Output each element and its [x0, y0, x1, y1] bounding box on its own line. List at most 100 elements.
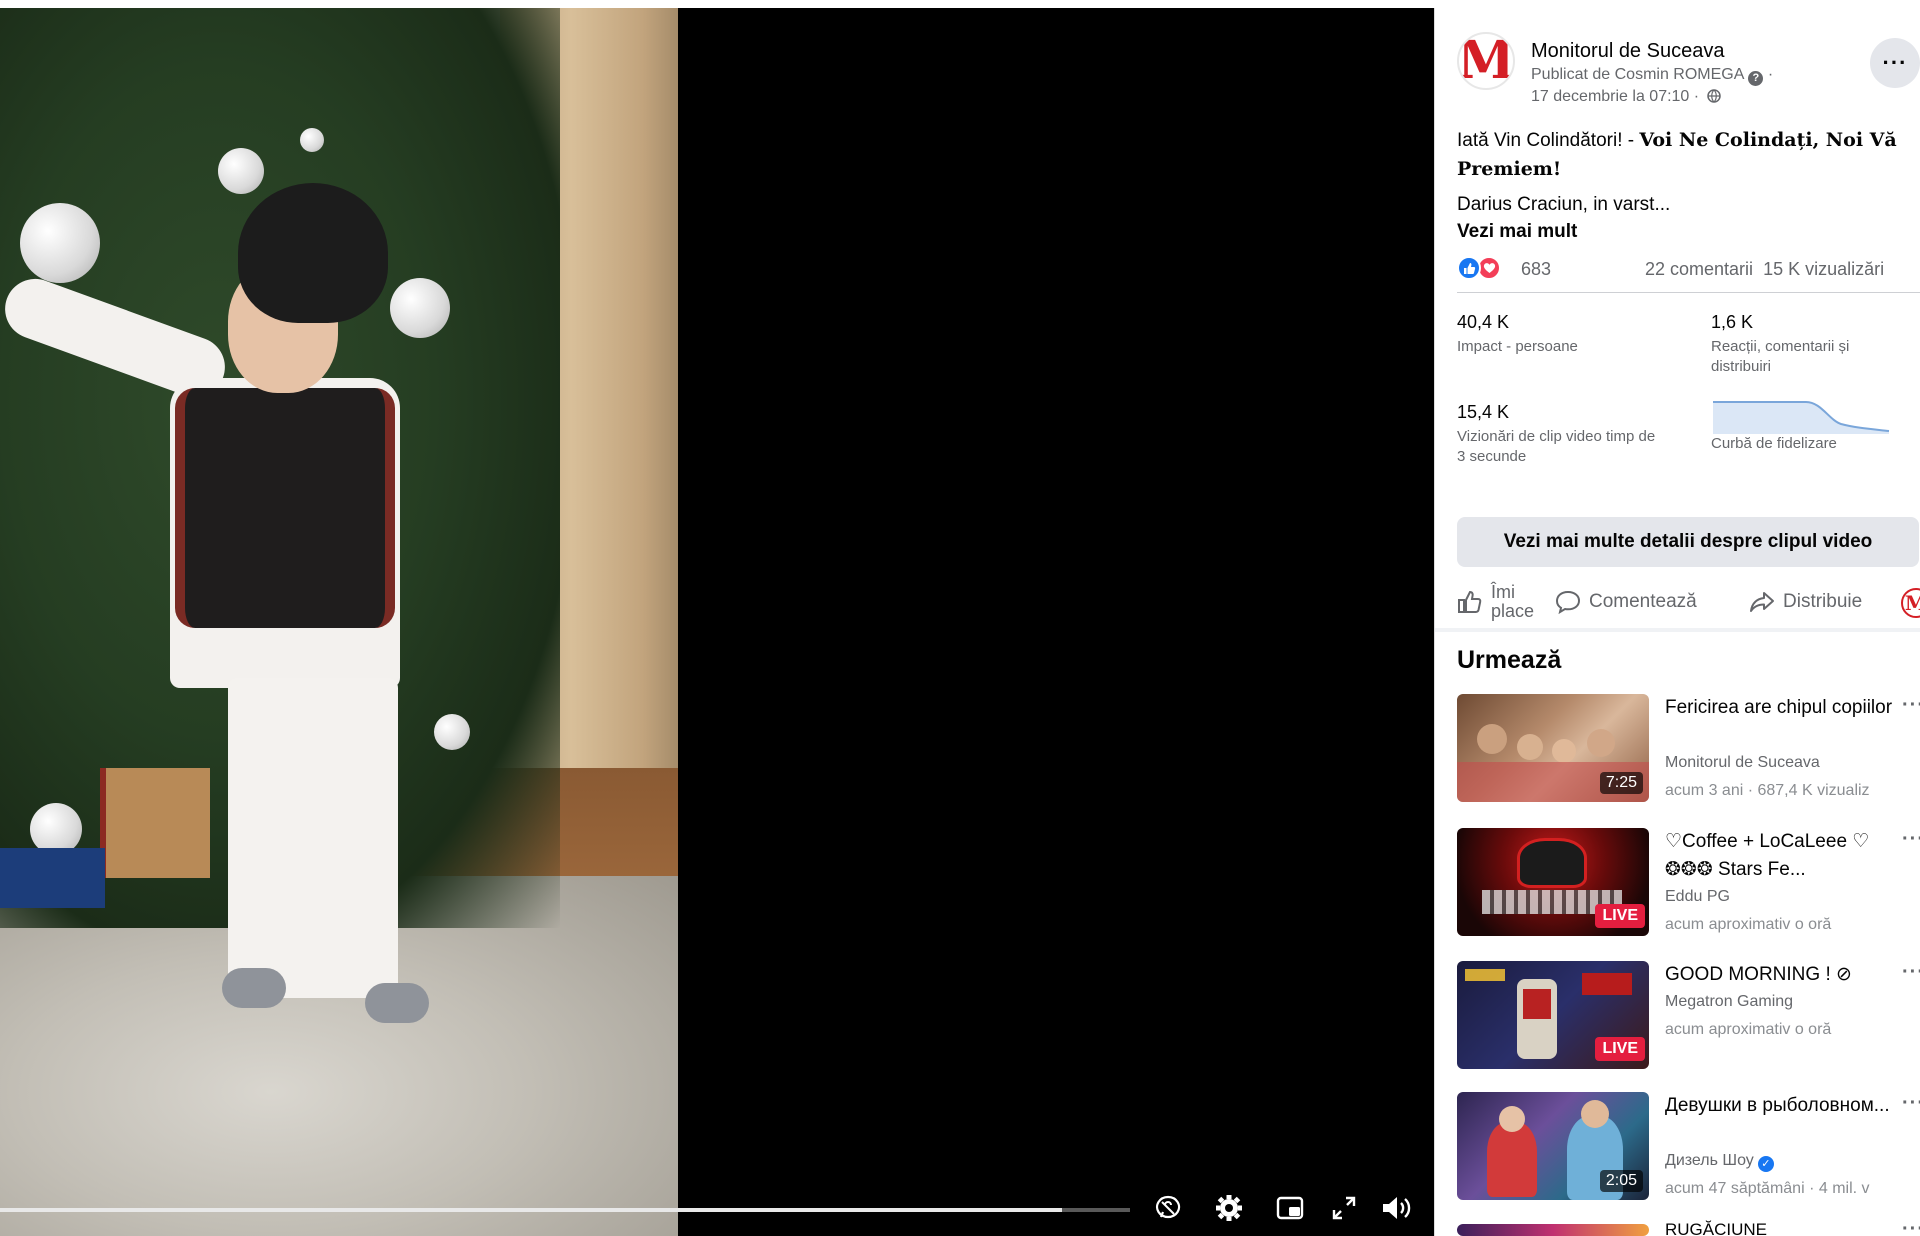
like-reaction-icon[interactable]: [1457, 256, 1481, 280]
verified-badge-icon: ✓: [1757, 1156, 1774, 1172]
reactions-bar: 683 22 comentarii 15 K vizualizări: [1457, 252, 1920, 286]
video-thumbnail[interactable]: LIVE: [1457, 828, 1649, 936]
item-more-icon[interactable]: ···: [1902, 961, 1920, 984]
channel-name[interactable]: Eddu PG: [1665, 888, 1730, 906]
post-header: M Monitorul de Suceava Publicat de Cosmi…: [1457, 24, 1920, 114]
ornament: [20, 203, 100, 283]
info-icon[interactable]: ?: [1748, 71, 1764, 86]
child-vest: [175, 388, 395, 628]
reach-value: 40,4 K: [1457, 312, 1510, 332]
see-more-link[interactable]: Vezi mai mult: [1457, 221, 1577, 243]
page-avatar[interactable]: M: [1457, 32, 1515, 90]
insight-engagement: 1,6 K Reacții, comentarii și distribuiri: [1711, 312, 1911, 377]
live-badge: LIVE: [1595, 904, 1645, 928]
video-duration: 2:05: [1599, 1170, 1643, 1192]
post-sidebar: M Monitorul de Suceava Publicat de Cosmi…: [1434, 8, 1920, 1236]
ornament: [300, 128, 324, 152]
video-thumbnail[interactable]: LIVE: [1457, 961, 1649, 1069]
captions-icon[interactable]: [1146, 1188, 1190, 1228]
engagement-label: Reacții, comentarii și distribuiri: [1711, 338, 1850, 375]
reaction-count[interactable]: 683: [1521, 259, 1551, 280]
channel-name-text[interactable]: Дизель Шоу: [1665, 1152, 1754, 1169]
share-label: Distribuie: [1783, 591, 1863, 612]
fullscreen-icon[interactable]: [1322, 1188, 1366, 1228]
video-thumbnail[interactable]: 7:25: [1457, 694, 1649, 802]
item-more-icon[interactable]: ···: [1902, 828, 1920, 851]
live-badge: LIVE: [1595, 1037, 1645, 1061]
settings-gear-icon[interactable]: [1207, 1188, 1251, 1228]
ornament: [434, 714, 470, 750]
views3s-value: 15,4 K: [1457, 402, 1510, 422]
page-logo-letter: M: [1457, 32, 1515, 90]
up-next-item[interactable]: 2:05 Девушки в рыболовном... Дизель Шоу ✓…: [1457, 1092, 1920, 1202]
child-pants: [228, 678, 398, 998]
video-title[interactable]: Fericirea are chipul copiilor: [1665, 694, 1895, 722]
insight-retention: Curbă de fidelizare: [1711, 430, 1837, 454]
item-more-icon[interactable]: ···: [1902, 1092, 1920, 1115]
comments-count[interactable]: 22 comentarii: [1645, 259, 1753, 279]
progress-bar[interactable]: [0, 1208, 1130, 1212]
up-next-item[interactable]: LIVE ♡Coffee + LoCaLeee ♡ ❂❂❂ Stars Fe..…: [1457, 828, 1920, 938]
video-title[interactable]: Девушки в рыболовном...: [1665, 1092, 1895, 1120]
post-stats: 22 comentarii 15 K vizualizări: [1645, 259, 1884, 280]
video-player[interactable]: [0, 8, 1434, 1236]
comment-label: Comentează: [1589, 591, 1697, 612]
video-thumbnail[interactable]: 2:05: [1457, 1092, 1649, 1200]
share-arrow-icon: [1750, 592, 1774, 612]
post-actions: Îmi place Comentează Distribuie M: [1457, 576, 1920, 628]
views3s-label: Vizionări de clip video timp de 3 secund…: [1457, 428, 1656, 465]
gift-box: [100, 768, 210, 878]
thumbs-up-icon: [1458, 590, 1482, 613]
react-as-page-avatar[interactable]: M: [1901, 588, 1920, 618]
video-thumbnail[interactable]: [1457, 1224, 1649, 1236]
volume-icon[interactable]: [1374, 1188, 1418, 1228]
picture-in-picture-icon[interactable]: [1268, 1188, 1312, 1228]
video-meta: acum aproximativ o oră: [1665, 1021, 1832, 1038]
views-count: 15 K vizualizări: [1763, 259, 1885, 279]
gift-box: [0, 848, 105, 908]
child-sock: [222, 968, 286, 1008]
published-by-text[interactable]: Publicat de Cosmin ROMEGA: [1531, 66, 1744, 83]
channel-name[interactable]: Megatron Gaming: [1665, 993, 1793, 1011]
post-timestamp[interactable]: 17 decembrie la 07:10 ·: [1531, 88, 1721, 106]
channel-name: Дизель Шоу ✓: [1665, 1152, 1774, 1172]
video-meta: acum aproximativ o oră: [1665, 916, 1832, 933]
page-name-link[interactable]: Monitorul de Suceava: [1531, 40, 1724, 63]
video-title[interactable]: ♡Coffee + LoCaLeee ♡ ❂❂❂ Stars Fe...: [1665, 828, 1895, 884]
post-date[interactable]: 17 decembrie la 07:10 ·: [1531, 88, 1699, 105]
more-options-button[interactable]: ···: [1870, 38, 1920, 88]
child-sock: [365, 983, 429, 1023]
video-duration: 7:25: [1599, 772, 1643, 794]
progress-fill: [0, 1208, 1063, 1212]
post-text-plain: Iată Vin Colindători! -: [1457, 130, 1640, 151]
post-excerpt: Darius Craciun, in varst...: [1457, 194, 1671, 215]
video-details-button[interactable]: Vezi mai multe detalii despre clipul vid…: [1457, 517, 1919, 567]
insight-3s-views: 15,4 K Vizionări de clip video timp de 3…: [1457, 402, 1657, 467]
comment-button[interactable]: Comentează: [1555, 576, 1697, 628]
up-next-heading: Urmează: [1457, 646, 1562, 674]
video-meta: acum 3 ani · 687,4 K vizualiz: [1665, 782, 1870, 799]
item-more-icon[interactable]: ···: [1902, 694, 1920, 717]
ornament: [218, 148, 264, 194]
video-title[interactable]: GOOD MORNING ! ⊘: [1665, 961, 1895, 989]
video-title[interactable]: RUGĂCIUNE: [1665, 1220, 1895, 1236]
child-hat: [238, 183, 388, 323]
video-meta: acum 47 săptămâni · 4 mil. v: [1665, 1180, 1870, 1197]
published-by: Publicat de Cosmin ROMEGA? ·: [1531, 66, 1774, 86]
item-more-icon[interactable]: ···: [1902, 1218, 1920, 1236]
share-button[interactable]: Distribuie: [1749, 576, 1862, 628]
like-button[interactable]: Îmi place: [1457, 576, 1547, 628]
divider: [1457, 292, 1920, 293]
engagement-value: 1,6 K: [1711, 312, 1754, 332]
up-next-item[interactable]: RUGĂCIUNE ···: [1457, 1218, 1920, 1236]
globe-icon: [1706, 89, 1721, 103]
up-next-item[interactable]: LIVE GOOD MORNING ! ⊘ Megatron Gaming ac…: [1457, 961, 1920, 1071]
video-controls: [0, 1166, 1434, 1236]
section-gap: [1435, 628, 1920, 632]
channel-name[interactable]: Monitorul de Suceava: [1665, 754, 1820, 772]
insight-reach: 40,4 K Impact - persoane: [1457, 312, 1578, 357]
video-frame: [0, 8, 678, 1236]
like-label: Îmi place: [1491, 582, 1535, 621]
up-next-item[interactable]: 7:25 Fericirea are chipul copiilor Monit…: [1457, 694, 1920, 804]
retention-label: Curbă de fidelizare: [1711, 435, 1837, 452]
